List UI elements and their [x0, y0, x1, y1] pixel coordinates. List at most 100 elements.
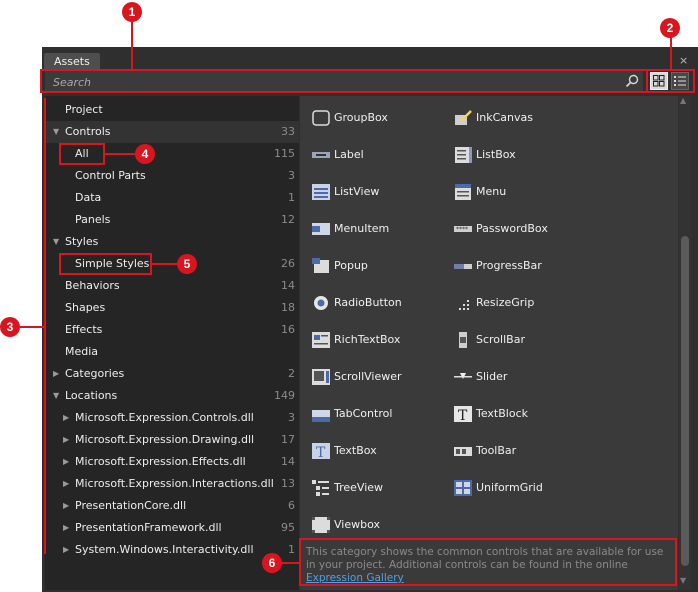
tree-item[interactable]: Shapes 18 — [45, 297, 299, 319]
asset-label: ScrollViewer — [334, 370, 402, 383]
collapse-arrow-icon[interactable]: ▶ — [63, 407, 69, 429]
asset-label: InkCanvas — [476, 111, 533, 124]
tree-item-label: Data — [75, 191, 102, 204]
tree-item-count: 33 — [281, 125, 295, 138]
tree-item-label: Locations — [65, 389, 118, 402]
tree-item[interactable]: ▶ System.Windows.Interactivity.dll 1 — [45, 539, 299, 561]
callout-badge-2: 2 — [660, 18, 680, 38]
tree-item[interactable]: Panels 12 — [45, 209, 299, 231]
resizegrip-icon — [459, 300, 469, 310]
tree-item[interactable]: Data 1 — [45, 187, 299, 209]
close-icon[interactable]: × — [679, 54, 688, 67]
assets-tab[interactable]: Assets — [44, 53, 100, 70]
tree-item[interactable]: Behaviors 14 — [45, 275, 299, 297]
callout-line-4 — [105, 153, 137, 155]
tree-item[interactable]: ▶ PresentationCore.dll 6 — [45, 495, 299, 517]
tree-item-label: Microsoft.Expression.Controls.dll — [75, 411, 254, 424]
tree-item[interactable]: Control Parts 3 — [45, 165, 299, 187]
vertical-scrollbar[interactable]: ▲ ▼ — [679, 96, 691, 590]
asset-label: MenuItem — [334, 222, 390, 235]
asset-label: ListBox — [476, 148, 516, 161]
asset-label: Label — [334, 148, 364, 161]
slider-icon — [454, 373, 472, 379]
tree-item-count: 16 — [281, 323, 295, 336]
callout-line-6 — [281, 562, 299, 564]
toolbar-icon — [454, 447, 472, 456]
asset-grid: GroupBox InkCanvas Label ListBox ListView Men… — [300, 96, 678, 590]
tree-item-count: 14 — [281, 279, 295, 292]
tree-item-label: Behaviors — [65, 279, 120, 292]
tree-item[interactable]: ▶ Microsoft.Expression.Interactions.dll 13 — [45, 473, 299, 495]
tree-item-count: 95 — [281, 521, 295, 534]
expand-arrow-icon[interactable]: ▼ — [53, 231, 59, 253]
tree-item[interactable]: Media — [45, 341, 299, 363]
tree-item-count: 18 — [281, 301, 295, 314]
collapse-arrow-icon[interactable]: ▶ — [63, 517, 69, 539]
popup-icon — [312, 258, 329, 273]
tree-item-label: Effects — [65, 323, 103, 336]
callout-box-all — [59, 143, 105, 165]
tree-item-count: 6 — [288, 499, 295, 512]
callout-badge-1: 1 — [122, 2, 142, 22]
category-tree: Project ▼ Controls 33 All 115 Control Parts 3 Da… — [45, 96, 299, 590]
callout-line-5 — [152, 263, 178, 265]
tree-item-count: 17 — [281, 433, 295, 446]
passwordbox-icon: **** — [454, 226, 472, 233]
tree-item[interactable]: ▶ Microsoft.Expression.Effects.dll 14 — [45, 451, 299, 473]
tree-item[interactable]: ▶ Microsoft.Expression.Controls.dll 3 — [45, 407, 299, 429]
tree-item-label: Shapes — [65, 301, 106, 314]
tree-item-count: 12 — [281, 213, 295, 226]
expand-arrow-icon[interactable]: ▼ — [53, 121, 59, 143]
expand-arrow-icon[interactable]: ▼ — [53, 385, 59, 407]
asset-label: UniformGrid — [476, 481, 543, 494]
asset-label: ResizeGrip — [476, 296, 535, 309]
tree-item[interactable]: ▶ PresentationFramework.dll 95 — [45, 517, 299, 539]
svg-text:T: T — [316, 445, 326, 460]
scroll-down-arrow-icon[interactable]: ▼ — [680, 576, 686, 585]
asset-label: RadioButton — [334, 296, 402, 309]
collapse-arrow-icon[interactable]: ▶ — [63, 473, 69, 495]
tree-item-label: PresentationFramework.dll — [75, 521, 222, 534]
viewbox-icon — [312, 517, 330, 533]
tree-item-label: Microsoft.Expression.Effects.dll — [75, 455, 246, 468]
tree-item-count: 2 — [288, 367, 295, 380]
label-icon — [312, 152, 330, 158]
tree-item-label: Styles — [65, 235, 99, 248]
tree-item-label: System.Windows.Interactivity.dll — [75, 543, 254, 556]
uniformgrid-icon — [454, 480, 472, 496]
asset-label: Slider — [476, 370, 508, 383]
collapse-arrow-icon[interactable]: ▶ — [63, 539, 69, 561]
tree-item[interactable]: ▼ Styles — [45, 231, 299, 253]
callout-badge-3: 3 — [0, 317, 20, 337]
tree-item[interactable]: Project — [45, 99, 299, 121]
callout-box-search — [40, 69, 648, 93]
asset-label: ToolBar — [476, 444, 517, 457]
tree-item[interactable]: ▶ Categories 2 — [45, 363, 299, 385]
callout-line-1 — [131, 20, 133, 70]
callout-box-description — [299, 538, 677, 586]
collapse-arrow-icon[interactable]: ▶ — [63, 495, 69, 517]
tree-item[interactable]: ▼ Locations 149 — [45, 385, 299, 407]
tree-item[interactable]: Effects 16 — [45, 319, 299, 341]
asset-label: PasswordBox — [476, 222, 548, 235]
collapse-arrow-icon[interactable]: ▶ — [53, 363, 59, 385]
tree-item-count: 3 — [288, 411, 295, 424]
tree-item-count: 26 — [281, 257, 295, 270]
scrollbar-thumb[interactable] — [681, 236, 689, 566]
treeview-icon — [312, 480, 329, 496]
tree-item-count: 3 — [288, 169, 295, 182]
scroll-up-arrow-icon[interactable]: ▲ — [680, 96, 686, 105]
asset-label: TextBox — [334, 444, 377, 457]
collapse-arrow-icon[interactable]: ▶ — [63, 429, 69, 451]
asset-label: ScrollBar — [476, 333, 525, 346]
callout-badge-6: 6 — [262, 553, 282, 573]
tree-item[interactable]: ▶ Microsoft.Expression.Drawing.dll 17 — [45, 429, 299, 451]
callout-line-3 — [20, 326, 45, 328]
tree-item-label: Microsoft.Expression.Drawing.dll — [75, 433, 255, 446]
callout-badge-5: 5 — [177, 254, 197, 274]
asset-label: RichTextBox — [334, 333, 401, 346]
tabcontrol-icon — [312, 410, 330, 422]
collapse-arrow-icon[interactable]: ▶ — [63, 451, 69, 473]
tree-item[interactable]: ▼ Controls 33 — [45, 121, 299, 143]
tree-item-count: 1 — [288, 191, 295, 204]
